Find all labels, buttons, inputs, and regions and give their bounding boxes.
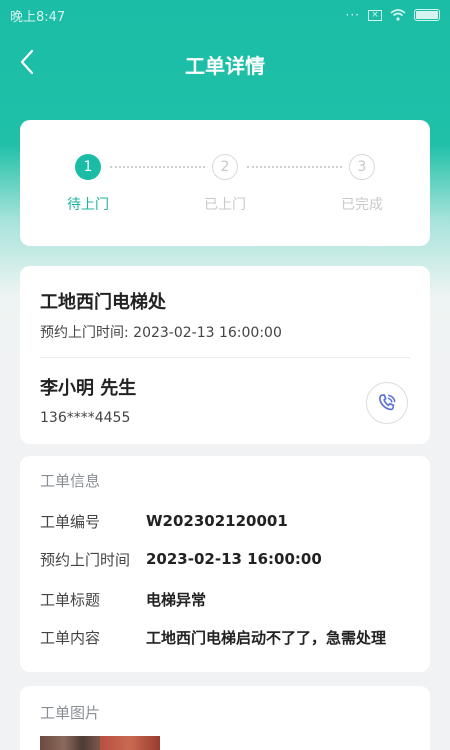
step-label: 已上门 <box>204 197 246 213</box>
progress-steps-card: 1 待上门 2 已上门 3 已完成 <box>20 120 430 246</box>
info-value: W202302120001 <box>146 512 288 530</box>
step-number: 3 <box>349 154 375 180</box>
info-row-content: 工单内容 工地西门电梯启动不了了，急需处理 <box>40 626 420 648</box>
info-row-title: 工单标题 电梯异常 <box>40 588 420 610</box>
info-value: 工地西门电梯启动不了了，急需处理 <box>146 628 387 647</box>
step-visited: 2 已上门 <box>180 154 270 214</box>
status-time: 晚上8:47 <box>10 9 66 25</box>
step-label: 已完成 <box>341 197 383 213</box>
phone-icon <box>379 394 396 411</box>
section-title: 工单信息 <box>40 472 101 490</box>
step-completed: 3 已完成 <box>317 154 407 214</box>
info-value: 2023-02-13 16:00:00 <box>146 550 322 568</box>
info-value: 电梯异常 <box>146 590 207 609</box>
section-title: 工单图片 <box>40 704 101 722</box>
work-order-info-card: 工单信息 工单编号 W202302120001 预约上门时间 2023-02-1… <box>20 456 430 672</box>
photo-thumbnail[interactable] <box>40 736 160 750</box>
contact-card: 工地西门电梯处 预约上门时间: 2023-02-13 16:00:00 李小明 … <box>20 266 430 444</box>
status-bar: 晚上8:47 ··· × <box>0 0 450 30</box>
contact-name: 李小明 先生 <box>40 378 137 399</box>
wifi-icon <box>390 9 406 21</box>
info-row-appointment-time: 预约上门时间 2023-02-13 16:00:00 <box>40 548 420 570</box>
battery-icon <box>414 9 440 21</box>
info-key: 工单内容 <box>40 628 101 647</box>
appointment-time: 预约上门时间: 2023-02-13 16:00:00 <box>40 325 282 341</box>
site-name: 工地西门电梯处 <box>40 292 166 313</box>
page-title: 工单详情 <box>185 54 265 78</box>
info-row-order-number: 工单编号 W202302120001 <box>40 510 420 532</box>
step-number: 2 <box>212 154 238 180</box>
work-order-photos-card: 工单图片 <box>20 686 430 750</box>
no-sim-icon: × <box>368 9 382 21</box>
signal-icon: ··· <box>345 8 360 22</box>
step-pending-visit: 1 待上门 <box>43 154 133 214</box>
status-icons: ··· × <box>346 8 440 22</box>
call-button[interactable] <box>366 382 408 424</box>
divider <box>40 357 410 358</box>
step-label: 待上门 <box>67 197 109 213</box>
nav-bar: 工单详情 <box>0 40 450 86</box>
contact-phone: 136****4455 <box>40 410 131 426</box>
info-key: 预约上门时间 <box>40 550 131 569</box>
info-key: 工单标题 <box>40 590 101 609</box>
info-key: 工单编号 <box>40 512 101 531</box>
step-number: 1 <box>75 154 101 180</box>
